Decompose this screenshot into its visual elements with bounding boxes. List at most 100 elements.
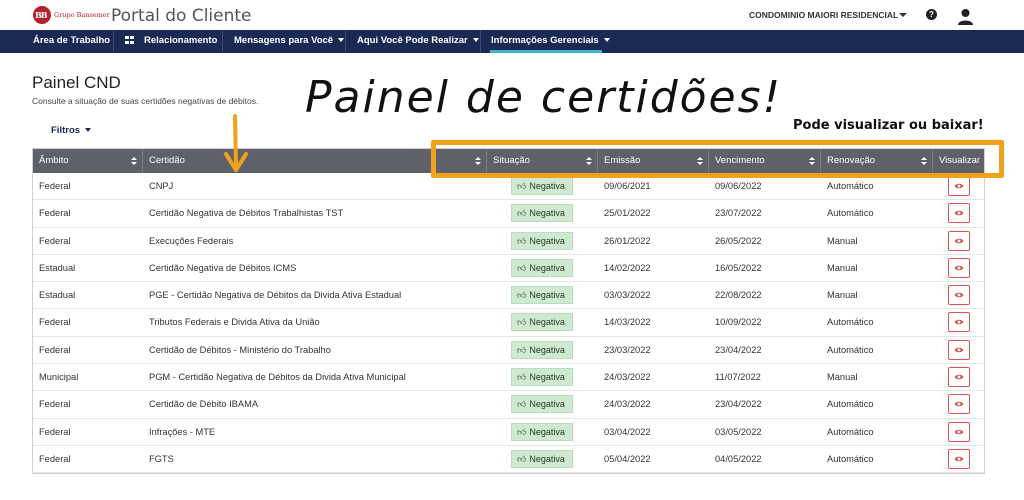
status-badge: 👍︎ Negativa (511, 204, 573, 223)
table-body: Federal CNPJ 👍︎ Negativa 09/06/2021 09/06/202… (33, 173, 984, 474)
annotation-title: Painel de certidões! (305, 72, 783, 123)
status-badge: 👍︎ Negativa (511, 177, 573, 195)
thumbs-up-icon: 👍︎ (517, 399, 527, 410)
cell-renovacao: Automático (827, 453, 874, 464)
cell-ambito: Federal (39, 208, 71, 219)
cell-vencimento: 26/05/2022 (715, 235, 762, 246)
table-row: Estadual PGE - Certidão Negativa de Débit… (33, 282, 984, 310)
view-certificate-button[interactable] (948, 394, 970, 415)
nav-item-label: Área de Trabalho (33, 35, 111, 46)
chevron-down-icon (85, 128, 92, 133)
status-badge-label: Negativa (529, 399, 565, 410)
table-row: Federal Tributos Federais e Divida Ativa … (33, 309, 984, 337)
portal-title: Portal do Cliente (111, 6, 252, 26)
cell-vencimento: 22/08/2022 (715, 290, 762, 301)
thumbs-up-icon: 👍︎ (517, 344, 527, 355)
cell-ambito: Municipal (39, 372, 79, 383)
grid-icon (125, 36, 134, 44)
cell-renovacao: Manual (827, 372, 858, 383)
status-badge: 👍︎ Negativa (511, 340, 573, 359)
table-row: Federal Infrações - MTE 👍︎ Negativa 03/04/20… (33, 419, 984, 446)
cell-emissao: 03/03/2022 (604, 290, 651, 301)
status-badge-label: Negativa (529, 290, 565, 301)
cell-ambito: Federal (39, 453, 71, 464)
eye-icon (954, 402, 964, 407)
cell-emissao: 24/03/2022 (604, 372, 651, 383)
thumbs-up-icon: 👍︎ (517, 426, 527, 437)
status-badge: 👍︎ Negativa (511, 258, 573, 277)
nav-divider (480, 30, 481, 53)
cell-vencimento: 16/05/2022 (715, 262, 762, 273)
status-badge-label: Negativa (529, 262, 565, 273)
status-badge-label: Negativa (529, 344, 565, 355)
cell-vencimento: 23/04/2022 (715, 399, 762, 410)
cell-renovacao: Automático (827, 344, 874, 355)
account-selector[interactable]: CONDOMINIO MAIORI RESIDENCIAL (749, 10, 898, 20)
cell-emissao: 05/04/2022 (604, 453, 651, 464)
filters-toggle[interactable]: Filtros (51, 125, 92, 136)
view-certificate-button[interactable] (948, 421, 970, 442)
view-certificate-button[interactable] (948, 230, 970, 251)
status-badge-label: Negativa (529, 235, 565, 246)
cell-emissao: 25/01/2022 (604, 208, 651, 219)
thumbs-up-icon: 👍︎ (517, 181, 527, 191)
page-title: Painel CND (32, 73, 121, 92)
cell-vencimento: 23/07/2022 (715, 208, 762, 219)
status-badge-label: Negativa (529, 181, 565, 191)
cell-ambito: Estadual (39, 290, 76, 301)
table-row: Federal Execuções Federais 👍︎ Negativa 26/01… (33, 228, 984, 255)
view-certificate-button[interactable] (948, 203, 970, 224)
status-badge: 👍︎ Negativa (511, 313, 573, 332)
table-row: Municipal PGM - Certidão Negativa de Débi… (33, 364, 984, 392)
view-certificate-button[interactable] (948, 367, 970, 388)
view-certificate-button[interactable] (948, 176, 970, 196)
cell-renovacao: Automático (827, 399, 874, 410)
cell-vencimento: 04/05/2022 (715, 453, 762, 464)
view-certificate-button[interactable] (948, 339, 970, 360)
eye-icon (954, 292, 964, 298)
status-badge-label: Negativa (529, 426, 565, 437)
status-badge-label: Negativa (529, 208, 565, 219)
page-subtitle: Consulte a situação de suas certidões ne… (32, 96, 259, 106)
view-certificate-button[interactable] (948, 448, 970, 469)
thumbs-up-icon: 👍︎ (517, 235, 527, 246)
nav-item-aqui-voce-pode-realizar[interactable]: Aqui Você Pode Realizar (357, 30, 479, 53)
nav-item-relacionamento[interactable]: Relacionamento (125, 30, 217, 53)
eye-icon (954, 456, 964, 462)
cell-renovacao: Automático (827, 426, 874, 437)
chevron-down-icon[interactable] (899, 13, 907, 17)
eye-icon (954, 183, 964, 189)
nav-divider (345, 30, 346, 53)
nav-item-label: Relacionamento (144, 35, 218, 46)
thumbs-up-icon: 👍︎ (517, 453, 527, 464)
view-certificate-button[interactable] (948, 285, 970, 306)
cell-renovacao: Automático (827, 208, 874, 219)
nav-item-mensagens[interactable]: Mensagens para Você (234, 30, 345, 53)
thumbs-up-icon: 👍︎ (517, 317, 527, 328)
help-icon[interactable]: ? (926, 9, 937, 20)
nav-item-label: Mensagens para Você (234, 35, 334, 46)
brand-logo-icon[interactable] (33, 6, 51, 24)
column-header-ambito[interactable]: Âmbito (33, 149, 143, 173)
cell-ambito: Estadual (39, 262, 76, 273)
cell-certidao: Certidão de Débito IBAMA (149, 399, 259, 410)
nav-item-area-de-trabalho[interactable]: Área de Trabalho (33, 30, 110, 53)
active-tab-indicator (490, 50, 602, 53)
cell-certidao: PGM - Certidão Negativa de Débitos da Di… (149, 372, 406, 383)
status-badge: 👍︎ Negativa (511, 286, 573, 305)
user-icon[interactable] (957, 8, 974, 25)
view-certificate-button[interactable] (948, 312, 970, 333)
status-badge: 👍︎ Negativa (511, 231, 573, 250)
eye-icon (954, 211, 964, 216)
cell-vencimento: 03/05/2022 (715, 426, 762, 437)
thumbs-up-icon: 👍︎ (517, 262, 527, 273)
cell-emissao: 24/03/2022 (604, 399, 651, 410)
table-row: Estadual Certidão Negativa de Débitos ICM… (33, 255, 984, 283)
cell-emissao: 03/04/2022 (604, 426, 651, 437)
top-header: Grupo Bansemer Portal do Cliente CONDOMI… (0, 0, 1024, 30)
status-badge: 👍︎ Negativa (511, 422, 573, 441)
status-badge-label: Negativa (529, 453, 565, 464)
view-certificate-button[interactable] (948, 257, 970, 278)
column-header-label: Certidão (149, 155, 185, 166)
cell-certidao: Certidão Negativa de Débitos Trabalhista… (149, 208, 344, 219)
